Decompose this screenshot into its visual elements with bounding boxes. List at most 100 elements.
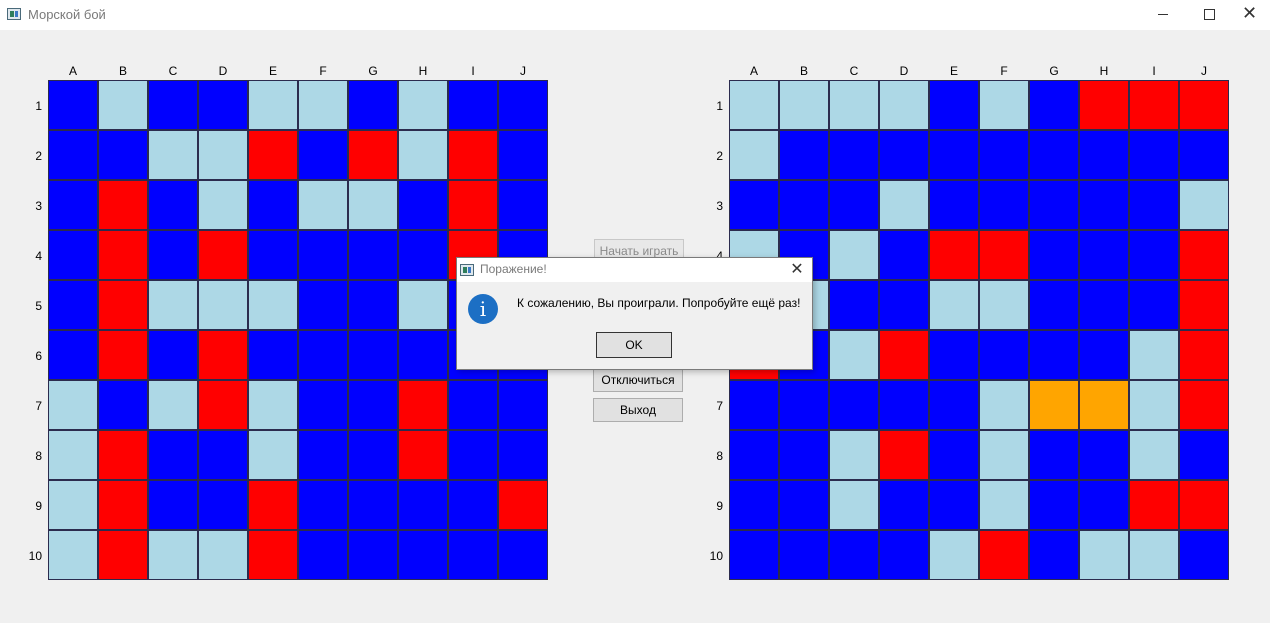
cell-hit[interactable] [248,130,298,180]
cell-water[interactable] [829,530,879,580]
cell-miss[interactable] [829,430,879,480]
cell-water[interactable] [348,330,398,380]
cell-hit[interactable] [198,230,248,280]
cell-water[interactable] [779,380,829,430]
cell-hit[interactable] [98,180,148,230]
cell-water[interactable] [448,480,498,530]
cell-hit[interactable] [1179,280,1229,330]
cell-hit[interactable] [879,430,929,480]
cell-miss[interactable] [829,230,879,280]
cell-water[interactable] [1029,530,1079,580]
cell-water[interactable] [729,480,779,530]
cell-water[interactable] [48,130,98,180]
cell-miss[interactable] [198,530,248,580]
cell-water[interactable] [348,530,398,580]
cell-water[interactable] [1179,130,1229,180]
cell-water[interactable] [48,230,98,280]
cell-miss[interactable] [1129,530,1179,580]
cell-water[interactable] [448,380,498,430]
cell-miss[interactable] [779,80,829,130]
cell-water[interactable] [1029,130,1079,180]
cell-water[interactable] [498,180,548,230]
cell-miss[interactable] [1129,380,1179,430]
cell-water[interactable] [1029,280,1079,330]
cell-hit[interactable] [879,330,929,380]
cell-hit[interactable] [979,230,1029,280]
cell-water[interactable] [929,80,979,130]
cell-hit[interactable] [98,530,148,580]
cell-water[interactable] [448,430,498,480]
cell-water[interactable] [398,480,448,530]
cell-water[interactable] [1129,180,1179,230]
cell-hit[interactable] [1179,480,1229,530]
cell-water[interactable] [1029,180,1079,230]
cell-water[interactable] [298,330,348,380]
cell-hit[interactable] [98,430,148,480]
cell-miss[interactable] [829,80,879,130]
cell-hit[interactable] [448,180,498,230]
cell-miss[interactable] [248,280,298,330]
cell-water[interactable] [1029,330,1079,380]
cell-hit[interactable] [198,380,248,430]
cell-water[interactable] [779,180,829,230]
cell-water[interactable] [498,530,548,580]
cell-water[interactable] [198,430,248,480]
cell-water[interactable] [298,480,348,530]
cell-water[interactable] [498,80,548,130]
cell-miss[interactable] [1129,430,1179,480]
cell-water[interactable] [829,180,879,230]
cell-water[interactable] [48,80,98,130]
cell-miss[interactable] [1179,180,1229,230]
cell-hit[interactable] [498,480,548,530]
cell-water[interactable] [148,180,198,230]
cell-miss[interactable] [929,530,979,580]
cell-miss[interactable] [829,480,879,530]
cell-miss[interactable] [198,130,248,180]
cell-water[interactable] [879,230,929,280]
cell-water[interactable] [348,430,398,480]
cell-water[interactable] [979,130,1029,180]
cell-miss[interactable] [98,80,148,130]
maximize-button[interactable] [1186,0,1232,30]
cell-water[interactable] [929,180,979,230]
cell-water[interactable] [348,80,398,130]
cell-water[interactable] [248,230,298,280]
cell-miss[interactable] [298,180,348,230]
cell-water[interactable] [729,430,779,480]
minimize-button[interactable] [1140,0,1186,30]
cell-water[interactable] [298,280,348,330]
disconnect-button[interactable]: Отключиться [593,368,683,392]
cell-ship[interactable] [1029,380,1079,430]
exit-button[interactable]: Выход [593,398,683,422]
cell-hit[interactable] [1179,80,1229,130]
cell-miss[interactable] [979,480,1029,530]
cell-water[interactable] [348,230,398,280]
cell-miss[interactable] [248,80,298,130]
cell-miss[interactable] [1079,530,1129,580]
cell-water[interactable] [148,430,198,480]
cell-water[interactable] [298,430,348,480]
cell-water[interactable] [348,280,398,330]
cell-hit[interactable] [1179,330,1229,380]
cell-miss[interactable] [829,330,879,380]
cell-hit[interactable] [98,230,148,280]
cell-miss[interactable] [398,80,448,130]
cell-water[interactable] [879,380,929,430]
cell-water[interactable] [98,130,148,180]
cell-water[interactable] [398,230,448,280]
cell-water[interactable] [298,380,348,430]
cell-miss[interactable] [398,280,448,330]
cell-hit[interactable] [98,330,148,380]
cell-water[interactable] [1079,230,1129,280]
cell-water[interactable] [929,330,979,380]
cell-hit[interactable] [929,230,979,280]
cell-water[interactable] [829,130,879,180]
cell-hit[interactable] [398,430,448,480]
cell-miss[interactable] [348,180,398,230]
cell-hit[interactable] [1129,480,1179,530]
cell-water[interactable] [979,180,1029,230]
cell-water[interactable] [148,480,198,530]
cell-water[interactable] [779,430,829,480]
cell-miss[interactable] [729,80,779,130]
cell-water[interactable] [348,480,398,530]
